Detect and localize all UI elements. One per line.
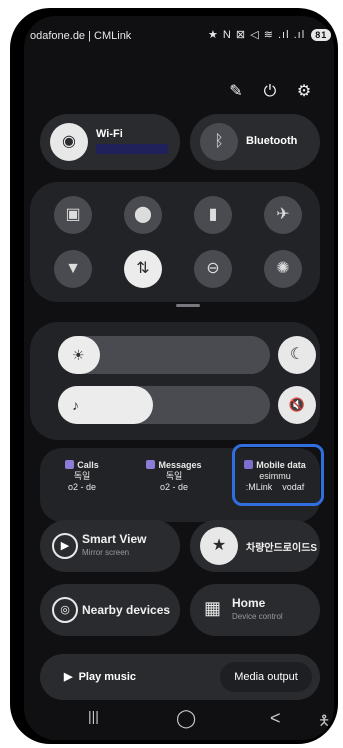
- recents-button[interactable]: |||: [88, 708, 99, 724]
- location-icon[interactable]: ⬤: [124, 196, 162, 234]
- messages-title: Messages: [158, 460, 202, 470]
- nearby-devices-icon: ◎: [52, 597, 78, 623]
- bluetooth-icon: ᛒ: [200, 123, 238, 161]
- back-button[interactable]: <: [270, 708, 281, 729]
- smart-view-icon: ▶: [52, 533, 78, 559]
- status-icons-text: ★ N ⊠ ◁ ≋ .ıl .ıl: [208, 29, 306, 41]
- battery-saver-icon[interactable]: ▮: [194, 196, 232, 234]
- calls-country: 독일: [73, 471, 91, 481]
- dark-mode-icon[interactable]: ☾: [278, 336, 316, 374]
- star-icon: ★: [200, 527, 238, 565]
- wifi-tile[interactable]: ◉ Wi-Fi: [40, 114, 180, 170]
- messages-carrier: o2 - de: [159, 482, 189, 492]
- mobile-data-highlight: [232, 444, 324, 506]
- volume-fill: ♪: [58, 386, 154, 424]
- screen-lock-icon[interactable]: ▣: [54, 196, 92, 234]
- mute-icon[interactable]: 🔇: [278, 386, 316, 424]
- smart-view-tile[interactable]: ▶ Smart View Mirror screen: [40, 520, 180, 572]
- sim-badge-icon: [146, 460, 156, 469]
- nearby-devices-label: Nearby devices: [82, 603, 171, 617]
- volume-slider[interactable]: ♪: [58, 386, 270, 424]
- edit-icon[interactable]: ✎: [224, 80, 248, 104]
- sim-calls[interactable]: Calls 독일 o2 - de: [40, 460, 124, 493]
- device-control-icon: ▦: [204, 598, 222, 618]
- home-sub: Device control: [232, 612, 283, 621]
- bluetooth-label: Bluetooth: [246, 135, 298, 147]
- accessibility-icon[interactable]: 🯅: [318, 710, 330, 734]
- home-button[interactable]: ◯: [176, 708, 196, 729]
- media-bar: ▶ Play music Media output: [40, 654, 320, 700]
- brightness-slider[interactable]: ☀: [58, 336, 270, 374]
- brightness-icon: ☀: [72, 347, 85, 363]
- play-music-button[interactable]: ▶ Play music: [64, 670, 136, 683]
- data-transfer-icon[interactable]: ⇅: [124, 250, 162, 288]
- calls-title: Calls: [77, 460, 99, 470]
- calls-carrier: o2 - de: [67, 482, 97, 492]
- shortcut-tile[interactable]: ★ 차량안드로이드S: [190, 520, 320, 572]
- nearby-devices-tile[interactable]: ◎ Nearby devices: [40, 584, 180, 636]
- smart-view-label: Smart View: [82, 532, 147, 546]
- sliders-panel: ☀ ☾ ♪ 🔇: [30, 322, 320, 440]
- settings-icon[interactable]: ⚙: [292, 80, 316, 104]
- status-icons: ★ N ⊠ ◁ ≋ .ıl .ıl 81: [208, 28, 332, 41]
- do-not-disturb-icon[interactable]: ⊖: [194, 250, 232, 288]
- volume-icon: ♪: [72, 397, 79, 413]
- eye-comfort-icon[interactable]: ✺: [264, 250, 302, 288]
- flashlight-icon[interactable]: ▼: [54, 250, 92, 288]
- wifi-network-redacted: [96, 144, 168, 154]
- shortcut-label: 차량안드로이드S: [246, 543, 318, 554]
- bluetooth-tile[interactable]: ᛒ Bluetooth: [190, 114, 320, 170]
- brightness-fill: ☀: [58, 336, 101, 374]
- home-tile[interactable]: ▦ Home Device control: [190, 584, 320, 636]
- sim-messages[interactable]: Messages 독일 o2 - de: [132, 460, 216, 493]
- panel-drag-handle[interactable]: [176, 304, 200, 307]
- wifi-label: Wi-Fi: [96, 128, 123, 140]
- quick-toggles-panel: ▣ ⬤ ▮ ✈ ▼ ⇅ ⊖ ✺: [30, 182, 320, 302]
- messages-country: 독일: [165, 471, 183, 481]
- sim-badge-icon: [65, 460, 75, 469]
- smart-view-sub: Mirror screen: [82, 548, 130, 557]
- power-icon[interactable]: ⏻: [258, 80, 282, 104]
- airplane-mode-icon[interactable]: ✈: [264, 196, 302, 234]
- home-label: Home: [232, 596, 266, 610]
- wifi-icon: ◉: [50, 123, 88, 161]
- carrier-label: odafone.de | CMLink: [30, 30, 132, 42]
- battery-level: 81: [311, 29, 332, 41]
- media-output-button[interactable]: Media output: [220, 662, 312, 692]
